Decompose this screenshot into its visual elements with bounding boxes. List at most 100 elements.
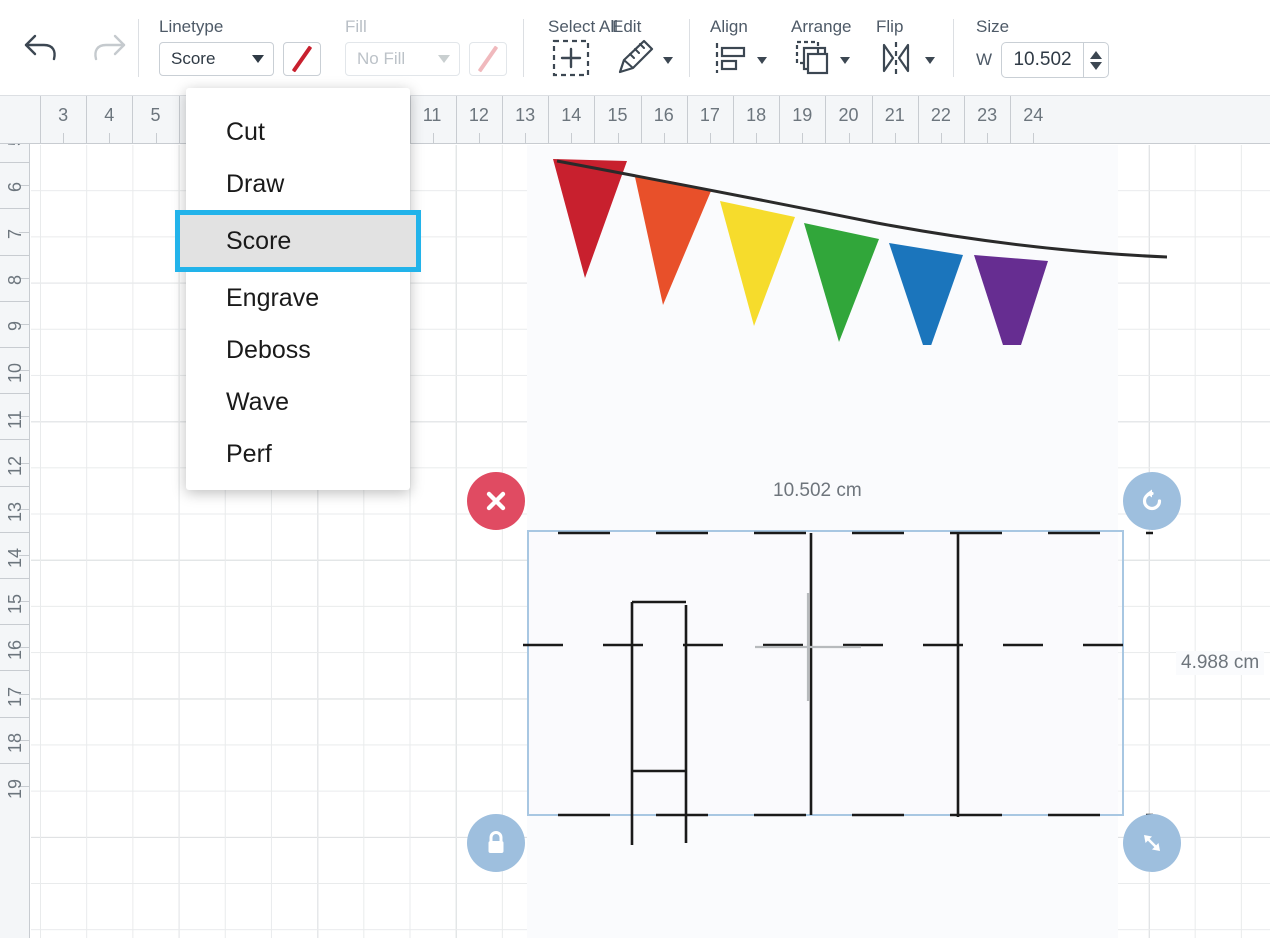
stepper-down-icon[interactable] — [1090, 61, 1103, 70]
fill-select[interactable]: No Fill — [345, 42, 460, 76]
chevron-down-icon[interactable] — [757, 56, 767, 64]
linetype-menu-item-engrave[interactable]: Engrave — [186, 272, 410, 324]
ruler-tick — [917, 96, 919, 143]
pencil-ruler-icon[interactable] — [612, 36, 658, 85]
linetype-menu-item-deboss[interactable]: Deboss — [186, 324, 410, 376]
width-input[interactable] — [1001, 42, 1084, 78]
ruler-label: 13 — [5, 501, 25, 522]
chevron-down-icon[interactable] — [840, 56, 850, 64]
chevron-down-icon — [252, 55, 264, 63]
ruler-subtick — [109, 133, 111, 143]
select-all-group[interactable]: Select All — [526, 0, 618, 96]
linetype-menu-item-perf[interactable]: Perf — [186, 428, 410, 480]
stepper-up-icon[interactable] — [1090, 50, 1103, 59]
flag-orange[interactable] — [635, 177, 711, 305]
ruler-label: 20 — [838, 105, 859, 125]
toolbar-divider-3 — [689, 18, 690, 77]
rotate-handle[interactable] — [1123, 472, 1181, 530]
ruler-label: 14 — [5, 547, 25, 568]
linetype-dropdown-menu[interactable]: Cut Draw Score Engrave Deboss Wave Perf — [175, 88, 421, 490]
flag-green[interactable] — [804, 223, 879, 342]
diagonal-line-swatch-icon — [291, 45, 313, 73]
ruler-tick — [0, 254, 29, 256]
ruler-subtick — [756, 133, 758, 143]
ruler-tick — [733, 96, 734, 143]
ruler-label: 23 — [977, 105, 998, 125]
ruler-label: 11 — [5, 410, 25, 430]
linetype-menu-item-score[interactable]: Score — [175, 210, 421, 272]
align-group[interactable]: Align — [692, 0, 777, 96]
width-stepper[interactable] — [1083, 42, 1110, 78]
ruler-label: 16 — [653, 105, 674, 125]
ruler-tick — [0, 300, 29, 302]
size-label: Size — [976, 17, 1010, 36]
ruler-label: 22 — [930, 105, 951, 125]
ruler-label: 14 — [561, 105, 582, 125]
ruler-label: 17 — [5, 686, 25, 707]
ruler-label: 10 — [5, 363, 25, 384]
ruler-tick — [0, 208, 29, 210]
delete-handle[interactable] — [467, 472, 525, 530]
ruler-tick — [0, 716, 29, 718]
ruler-tick — [40, 96, 41, 143]
align-left-icon[interactable] — [710, 38, 752, 83]
ruler-subtick — [155, 133, 157, 143]
score-line-artwork[interactable] — [503, 505, 1153, 845]
flag-purple[interactable] — [974, 255, 1048, 345]
undo-button[interactable] — [14, 21, 68, 75]
redo-button[interactable] — [82, 21, 136, 75]
select-all-plus-icon[interactable] — [548, 35, 594, 86]
width-label: W — [976, 50, 993, 69]
ruler-tick — [0, 531, 29, 533]
ruler-tick — [0, 393, 29, 395]
ruler-label: 24 — [1023, 105, 1044, 125]
fill-color-swatch-button[interactable] — [469, 42, 507, 76]
ruler-tick — [178, 96, 180, 143]
ruler-tick — [594, 96, 596, 143]
lock-handle[interactable] — [467, 814, 525, 872]
toolbar-divider-4 — [953, 18, 954, 77]
layers-icon[interactable] — [791, 37, 835, 84]
flip-horizontal-icon[interactable] — [876, 38, 920, 83]
ruler-label: 18 — [746, 105, 767, 125]
ruler-subtick — [478, 133, 480, 143]
resize-handle[interactable] — [1123, 814, 1181, 872]
diagonal-line-swatch-icon — [477, 45, 499, 73]
bunting-banner[interactable] — [527, 145, 1167, 345]
ruler-label: 6 — [5, 182, 25, 193]
ruler-label: 19 — [792, 105, 813, 125]
linetype-select[interactable]: Score — [159, 42, 274, 76]
linetype-menu-item-draw[interactable]: Draw — [186, 158, 410, 210]
toolbar-divider-1 — [138, 18, 139, 77]
ruler-label: 5 — [5, 144, 26, 146]
ruler-label: 18 — [5, 732, 25, 753]
ruler-subtick — [802, 133, 804, 143]
vertical-ruler[interactable]: 5 6 7 8 9 10 11 12 13 14 15 16 17 18 19 — [0, 144, 30, 938]
linetype-menu-item-wave[interactable]: Wave — [186, 376, 410, 428]
ruler-tick — [0, 439, 29, 441]
fill-label: Fill — [345, 17, 367, 36]
linetype-menu-item-cut[interactable]: Cut — [186, 106, 410, 158]
arrange-group[interactable]: Arrange — [777, 0, 860, 96]
arrange-label: Arrange — [791, 17, 852, 36]
linetype-color-swatch-button[interactable] — [283, 42, 321, 76]
align-label: Align — [710, 17, 748, 36]
ruler-label: 21 — [884, 105, 905, 125]
chevron-down-icon[interactable] — [663, 56, 673, 64]
edit-group[interactable]: Edit — [606, 0, 687, 96]
flip-group[interactable]: Flip — [860, 0, 951, 96]
ruler-subtick — [940, 133, 942, 143]
flag-blue[interactable] — [889, 243, 963, 345]
ruler-tick — [640, 96, 642, 143]
ruler-subtick — [709, 133, 711, 143]
flag-yellow[interactable] — [720, 201, 795, 326]
ruler-label: 9 — [5, 320, 25, 331]
ruler-label: 5 — [150, 105, 161, 125]
chevron-down-icon[interactable] — [925, 56, 935, 64]
ruler-subtick — [894, 133, 896, 143]
ruler-subtick — [1033, 133, 1035, 143]
flag-red[interactable] — [553, 159, 627, 278]
ruler-tick — [455, 96, 457, 143]
ruler-tick — [779, 96, 781, 143]
ruler-tick — [0, 347, 29, 348]
